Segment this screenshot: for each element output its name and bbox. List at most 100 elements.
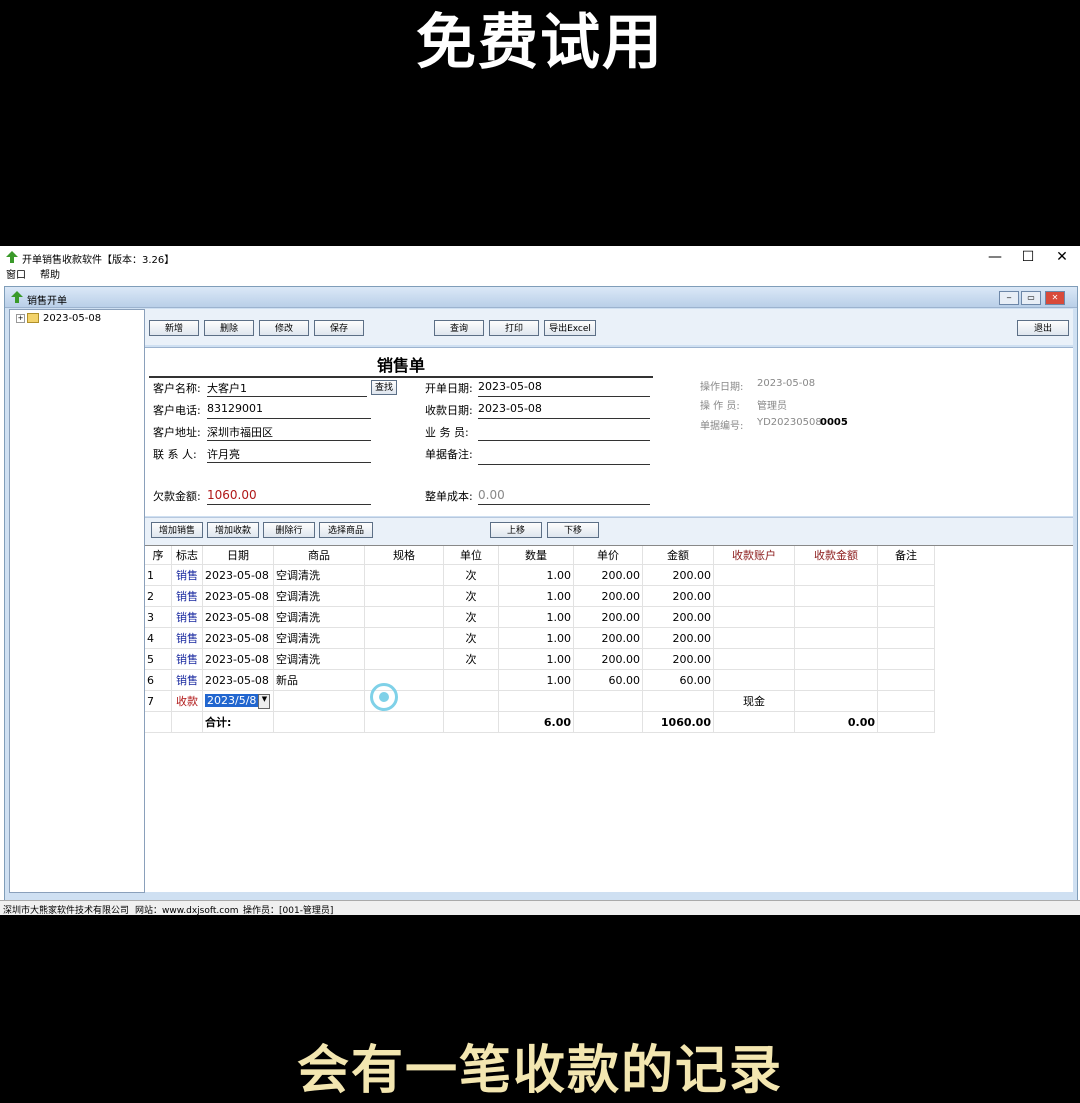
grid-cell[interactable] <box>364 606 444 628</box>
grid-cell[interactable]: 1.00 <box>498 564 574 586</box>
menu-help[interactable]: 帮助 <box>40 268 60 284</box>
grid-cell[interactable]: 200.00 <box>642 564 714 586</box>
child-close-button[interactable]: ✕ <box>1045 291 1065 305</box>
col-header[interactable]: 备注 <box>877 546 935 565</box>
col-header[interactable]: 商品 <box>273 546 365 565</box>
grid-cell[interactable] <box>713 585 795 607</box>
table-row[interactable]: 3 销售 2023-05-08 空调清洗次 1.00 200.00 200.00 <box>145 606 935 628</box>
add-sale-button[interactable]: 增加销售 <box>151 522 203 538</box>
grid-cell[interactable]: 1.00 <box>498 585 574 607</box>
grid-cell[interactable] <box>794 669 878 691</box>
cost-field[interactable]: 0.00 <box>478 488 650 505</box>
grid-cell[interactable]: 1.00 <box>498 648 574 670</box>
col-header[interactable]: 单价 <box>573 546 643 565</box>
table-row[interactable]: 4 销售 2023-05-08 空调清洗次 1.00 200.00 200.00 <box>145 627 935 649</box>
new-button[interactable]: 新增 <box>149 320 199 336</box>
save-button[interactable]: 保存 <box>314 320 364 336</box>
grid-cell[interactable]: 2 <box>145 585 172 607</box>
grid-cell[interactable]: 200.00 <box>573 648 643 670</box>
grid-cell[interactable]: 销售 <box>171 669 203 691</box>
minimize-button[interactable]: — <box>978 248 1012 266</box>
tree-node[interactable]: +2023-05-08 <box>16 313 101 324</box>
col-header[interactable]: 标志 <box>171 546 203 565</box>
grid-cell[interactable]: 200.00 <box>642 648 714 670</box>
grid-cell[interactable]: 200.00 <box>573 564 643 586</box>
add-payment-button[interactable]: 增加收款 <box>207 522 259 538</box>
grid-cell[interactable]: 现金 <box>713 690 795 712</box>
grid-cell[interactable]: 销售 <box>171 564 203 586</box>
grid-cell[interactable]: 空调清洗 <box>273 564 365 586</box>
grid-cell[interactable] <box>877 627 935 649</box>
grid-cell[interactable]: 200.00 <box>642 606 714 628</box>
grid-cell[interactable]: 空调清洗 <box>273 585 365 607</box>
address-field[interactable]: 深圳市福田区 <box>207 424 371 441</box>
grid-cell[interactable] <box>794 585 878 607</box>
grid-cell[interactable]: 2023-05-08 <box>202 648 274 670</box>
grid-cell[interactable] <box>364 627 444 649</box>
grid-cell[interactable]: 60.00 <box>573 669 643 691</box>
grid-cell[interactable]: 2023-05-08 <box>202 564 274 586</box>
select-goods-button[interactable]: 选择商品 <box>319 522 373 538</box>
grid-cell[interactable]: 收款 <box>171 690 203 712</box>
grid-cell[interactable]: 次 <box>443 564 499 586</box>
col-header[interactable]: 数量 <box>498 546 574 565</box>
grid-cell[interactable] <box>443 690 499 712</box>
grid-cell[interactable]: 2023-05-08 <box>202 669 274 691</box>
menu-window[interactable]: 窗口 <box>6 268 26 284</box>
col-header[interactable]: 单位 <box>443 546 499 565</box>
debt-field[interactable]: 1060.00 <box>207 488 371 505</box>
grid-cell[interactable] <box>877 669 935 691</box>
grid-cell[interactable]: 次 <box>443 627 499 649</box>
grid-cell[interactable] <box>794 564 878 586</box>
grid-cell[interactable]: 新品 <box>273 669 365 691</box>
grid-cell[interactable]: 200.00 <box>573 606 643 628</box>
grid-cell[interactable] <box>877 606 935 628</box>
query-button[interactable]: 查询 <box>434 320 484 336</box>
grid-cell[interactable] <box>877 585 935 607</box>
child-minimize-button[interactable]: ‒ <box>999 291 1019 305</box>
grid-cell[interactable] <box>498 690 574 712</box>
grid-cell[interactable] <box>877 648 935 670</box>
grid-cell[interactable] <box>877 564 935 586</box>
grid-cell[interactable]: 2023-05-08 <box>202 585 274 607</box>
delete-row-button[interactable]: 删除行 <box>263 522 315 538</box>
grid-cell[interactable]: 次 <box>443 585 499 607</box>
grid-cell[interactable]: 销售 <box>171 585 203 607</box>
child-restore-button[interactable]: ▭ <box>1021 291 1041 305</box>
grid-cell[interactable]: 2023-05-08 <box>202 627 274 649</box>
grid-cell[interactable] <box>364 648 444 670</box>
grid-cell[interactable]: 200.00 <box>642 627 714 649</box>
salesman-field[interactable] <box>478 424 650 441</box>
find-button[interactable]: 查找 <box>371 380 397 395</box>
open-date-field[interactable]: 2023-05-08 <box>478 380 650 397</box>
customer-name-field[interactable]: 大客户1 <box>207 380 367 397</box>
grid-cell[interactable] <box>642 690 714 712</box>
grid-cell[interactable] <box>364 564 444 586</box>
grid-cell[interactable] <box>443 669 499 691</box>
edit-button[interactable]: 修改 <box>259 320 309 336</box>
grid-cell[interactable] <box>794 648 878 670</box>
contact-field[interactable]: 许月亮 <box>207 446 371 463</box>
grid-cell[interactable] <box>794 606 878 628</box>
grid-cell[interactable] <box>273 690 365 712</box>
col-header[interactable]: 收款金额 <box>794 546 878 565</box>
table-row[interactable]: 5 销售 2023-05-08 空调清洗次 1.00 200.00 200.00 <box>145 648 935 670</box>
grid-cell[interactable]: 7 <box>145 690 172 712</box>
grid-cell[interactable]: 空调清洗 <box>273 648 365 670</box>
grid-cell[interactable]: 销售 <box>171 627 203 649</box>
grid-cell[interactable]: 2023-05-08 <box>202 606 274 628</box>
export-excel-button[interactable]: 导出Excel <box>544 320 596 336</box>
chevron-down-icon[interactable]: ▼ <box>258 693 271 709</box>
grid-cell[interactable]: 次 <box>443 648 499 670</box>
table-row-payment[interactable]: 7 收款 2023/5/8 ▼ 现金 <box>145 690 935 712</box>
table-row[interactable]: 2 销售 2023-05-08 空调清洗次 1.00 200.00 200.00 <box>145 585 935 607</box>
phone-field[interactable]: 83129001 <box>207 402 371 419</box>
grid-cell[interactable]: 2023/5/8 ▼ <box>202 690 274 712</box>
delete-button[interactable]: 删除 <box>204 320 254 336</box>
table-row[interactable]: 6 销售 2023-05-08 新品 1.00 60.00 60.00 <box>145 669 935 691</box>
grid-cell[interactable]: 1 <box>145 564 172 586</box>
print-button[interactable]: 打印 <box>489 320 539 336</box>
grid-cell[interactable]: 次 <box>443 606 499 628</box>
grid-cell[interactable] <box>364 585 444 607</box>
grid-cell[interactable]: 销售 <box>171 648 203 670</box>
